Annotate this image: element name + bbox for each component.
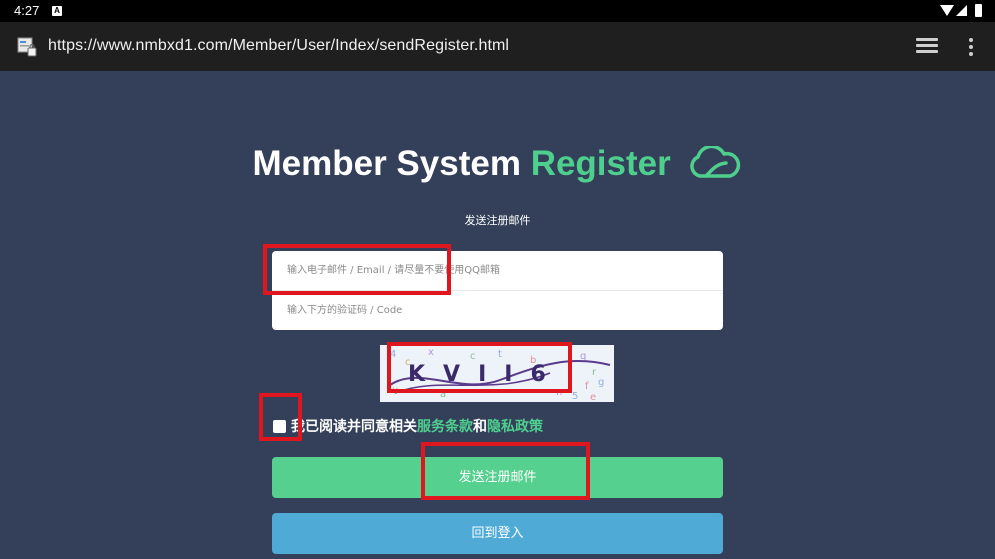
highlight-box-send (421, 442, 590, 500)
highlight-box-captcha (387, 342, 572, 393)
title-main: Member System (252, 144, 521, 183)
svg-text:g: g (598, 377, 604, 388)
wifi-icon (940, 5, 954, 16)
browser-toolbar: https://www.nmbxd1.com/Member/User/Index… (0, 22, 995, 71)
cloud-logo-icon (690, 145, 741, 178)
svg-text:e: e (590, 392, 596, 402)
address-bar-url[interactable]: https://www.nmbxd1.com/Member/User/Index… (48, 37, 509, 55)
signal-icon (956, 5, 967, 16)
agree-prefix: 我已阅读并同意相关 (291, 419, 417, 435)
site-info-icon[interactable] (17, 37, 37, 57)
privacy-link[interactable]: 隐私政策 (487, 419, 543, 435)
title-accent: Register (530, 144, 671, 183)
page-subtitle: 发送注册邮件 (464, 214, 531, 227)
more-vert-icon[interactable] (969, 38, 974, 56)
terms-link[interactable]: 服务条款 (417, 419, 473, 435)
svg-text:f: f (585, 381, 589, 392)
back-to-login-button[interactable]: 回到登入 (272, 513, 723, 554)
status-time: 4:27 (14, 3, 40, 18)
captcha-code-input[interactable] (272, 291, 723, 330)
tabs-icon[interactable] (916, 38, 938, 56)
status-bar: 4:27 A (0, 0, 995, 22)
svg-text:5: 5 (572, 391, 578, 402)
notification-icon: A (52, 6, 62, 16)
page-title: Member System Register (0, 144, 995, 184)
highlight-box-email (263, 244, 451, 295)
battery-icon (975, 4, 982, 17)
agree-and: 和 (473, 419, 487, 435)
agree-row: 我已阅读并同意相关服务条款和隐私政策 (273, 416, 543, 435)
highlight-box-checkbox (259, 393, 302, 441)
